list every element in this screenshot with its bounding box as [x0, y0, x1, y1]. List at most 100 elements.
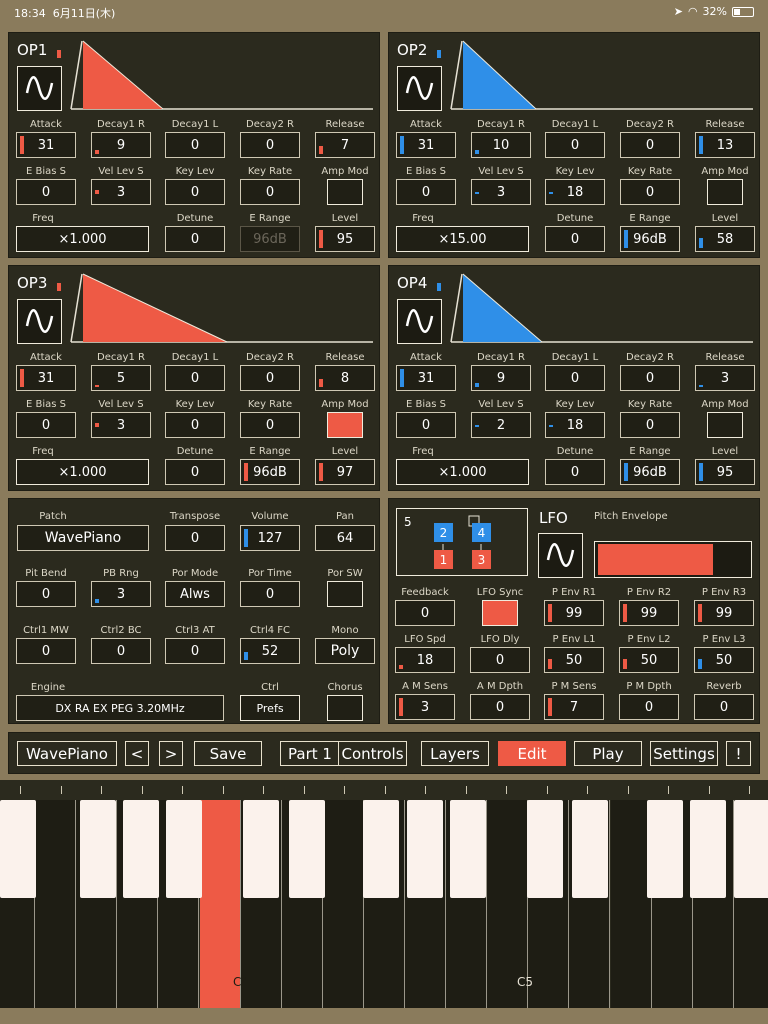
op-envelope-graph[interactable]	[9, 33, 381, 113]
lfo-dly-field[interactable]: 0	[470, 647, 530, 673]
op-envelope-graph[interactable]	[389, 266, 761, 346]
save-button[interactable]: Save	[194, 741, 262, 766]
pitch-envelope-display[interactable]	[594, 541, 752, 578]
upper-key[interactable]	[647, 800, 683, 898]
op-param-field[interactable]: 0	[240, 179, 300, 205]
op-param-field[interactable]: 18	[545, 179, 605, 205]
op-param-field[interactable]: 9	[91, 132, 151, 158]
op-param-field[interactable]: 95	[695, 459, 755, 485]
op-param-field[interactable]: 0	[620, 412, 680, 438]
upper-key[interactable]	[289, 800, 325, 898]
op-param-field[interactable]: 3	[91, 412, 151, 438]
upper-key[interactable]	[690, 800, 726, 898]
patch-select-button[interactable]: WavePiano	[17, 741, 117, 766]
upper-key[interactable]	[572, 800, 608, 898]
op-param-field[interactable]: 31	[16, 132, 76, 158]
am-sens-field[interactable]: 3	[395, 694, 455, 720]
lfo-sync-toggle[interactable]	[482, 600, 518, 626]
op-param-field[interactable]: 0	[545, 132, 605, 158]
freq-field[interactable]: ×1.000	[16, 459, 149, 485]
por-sw-toggle[interactable]	[327, 581, 363, 607]
op-param-field[interactable]: 0	[240, 132, 300, 158]
upper-key[interactable]	[407, 800, 443, 898]
upper-key[interactable]	[243, 800, 279, 898]
op-param-field[interactable]: 95	[315, 226, 375, 252]
op-param-field[interactable]: 0	[165, 226, 225, 252]
patch-name-field[interactable]: WavePiano	[17, 525, 149, 551]
p-env-l1-field[interactable]: 50	[544, 647, 604, 673]
freq-field[interactable]: ×1.000	[396, 459, 529, 485]
chorus-toggle[interactable]	[327, 695, 363, 721]
op-param-field[interactable]: 7	[315, 132, 375, 158]
op-param-field[interactable]: 96dB	[620, 226, 680, 252]
prev-patch-button[interactable]: <	[125, 741, 149, 766]
op-param-field[interactable]: 58	[695, 226, 755, 252]
layers-button[interactable]: Layers	[421, 741, 489, 766]
ctrl2-field[interactable]: 0	[91, 638, 151, 664]
upper-key[interactable]	[80, 800, 116, 898]
lfo-wave-button[interactable]	[538, 533, 583, 578]
engine-field[interactable]: DX RA EX PEG 3.20MHz	[16, 695, 224, 721]
play-button[interactable]: Play	[574, 741, 642, 766]
upper-key[interactable]	[450, 800, 486, 898]
pm-sens-field[interactable]: 7	[544, 694, 604, 720]
ctrl1-field[interactable]: 0	[16, 638, 76, 664]
next-patch-button[interactable]: >	[159, 741, 183, 766]
algorithm-display[interactable]: 5 2 4 1 3	[396, 508, 528, 576]
ctrl4-field[interactable]: 52	[240, 638, 300, 664]
op-param-field[interactable]: 0	[545, 365, 605, 391]
alert-button[interactable]: !	[726, 741, 751, 766]
p-env-l2-field[interactable]: 50	[619, 647, 679, 673]
op-param-field[interactable]: 97	[315, 459, 375, 485]
op-param-field[interactable]: 9	[471, 365, 531, 391]
pit-bend-field[interactable]: 0	[16, 581, 76, 607]
piano-keyboard[interactable]: C4 C5	[0, 780, 768, 1008]
op-param-field[interactable]: 0	[240, 365, 300, 391]
op-param-field[interactable]: 96dB	[240, 459, 300, 485]
op-param-field[interactable]: 31	[396, 132, 456, 158]
op-param-field[interactable]: 0	[545, 459, 605, 485]
upper-key[interactable]	[734, 800, 768, 898]
op-param-field[interactable]: 0	[16, 179, 76, 205]
op-param-field[interactable]: 0	[620, 132, 680, 158]
am-dpth-field[interactable]: 0	[470, 694, 530, 720]
amp-mod-toggle[interactable]	[707, 179, 743, 205]
upper-key[interactable]	[123, 800, 159, 898]
part-button[interactable]: Part 1	[280, 741, 340, 766]
amp-mod-toggle[interactable]	[327, 412, 363, 438]
volume-field[interactable]: 127	[240, 525, 300, 551]
upper-key[interactable]	[363, 800, 399, 898]
op-param-field[interactable]: 31	[16, 365, 76, 391]
op-param-field[interactable]: 96dB	[240, 226, 300, 252]
op-param-field[interactable]: 0	[545, 226, 605, 252]
prefs-button[interactable]: Prefs	[240, 695, 300, 721]
freq-field[interactable]: ×15.00	[396, 226, 529, 252]
op-param-field[interactable]: 0	[620, 365, 680, 391]
lfo-spd-field[interactable]: 18	[395, 647, 455, 673]
feedback-field[interactable]: 0	[395, 600, 455, 626]
pan-field[interactable]: 64	[315, 525, 375, 551]
op-param-field[interactable]: 13	[695, 132, 755, 158]
op-param-field[interactable]: 2	[471, 412, 531, 438]
op-param-field[interactable]: 0	[165, 459, 225, 485]
p-env-r2-field[interactable]: 99	[619, 600, 679, 626]
op-param-field[interactable]: 8	[315, 365, 375, 391]
white-key[interactable]	[610, 800, 652, 1008]
amp-mod-toggle[interactable]	[327, 179, 363, 205]
settings-button[interactable]: Settings	[650, 741, 718, 766]
p-env-l3-field[interactable]: 50	[694, 647, 754, 673]
por-mode-field[interactable]: Alws	[165, 581, 225, 607]
op-param-field[interactable]: 31	[396, 365, 456, 391]
op-param-field[interactable]: 3	[91, 179, 151, 205]
op-param-field[interactable]: 0	[240, 412, 300, 438]
op-envelope-graph[interactable]	[9, 266, 381, 346]
pb-rng-field[interactable]: 3	[91, 581, 151, 607]
mono-field[interactable]: Poly	[315, 638, 375, 664]
controls-button[interactable]: Controls	[338, 741, 407, 766]
white-key[interactable]	[322, 800, 364, 1008]
por-time-field[interactable]: 0	[240, 581, 300, 607]
amp-mod-toggle[interactable]	[707, 412, 743, 438]
transpose-field[interactable]: 0	[165, 525, 225, 551]
op-param-field[interactable]: 3	[695, 365, 755, 391]
op-param-field[interactable]: 0	[165, 179, 225, 205]
